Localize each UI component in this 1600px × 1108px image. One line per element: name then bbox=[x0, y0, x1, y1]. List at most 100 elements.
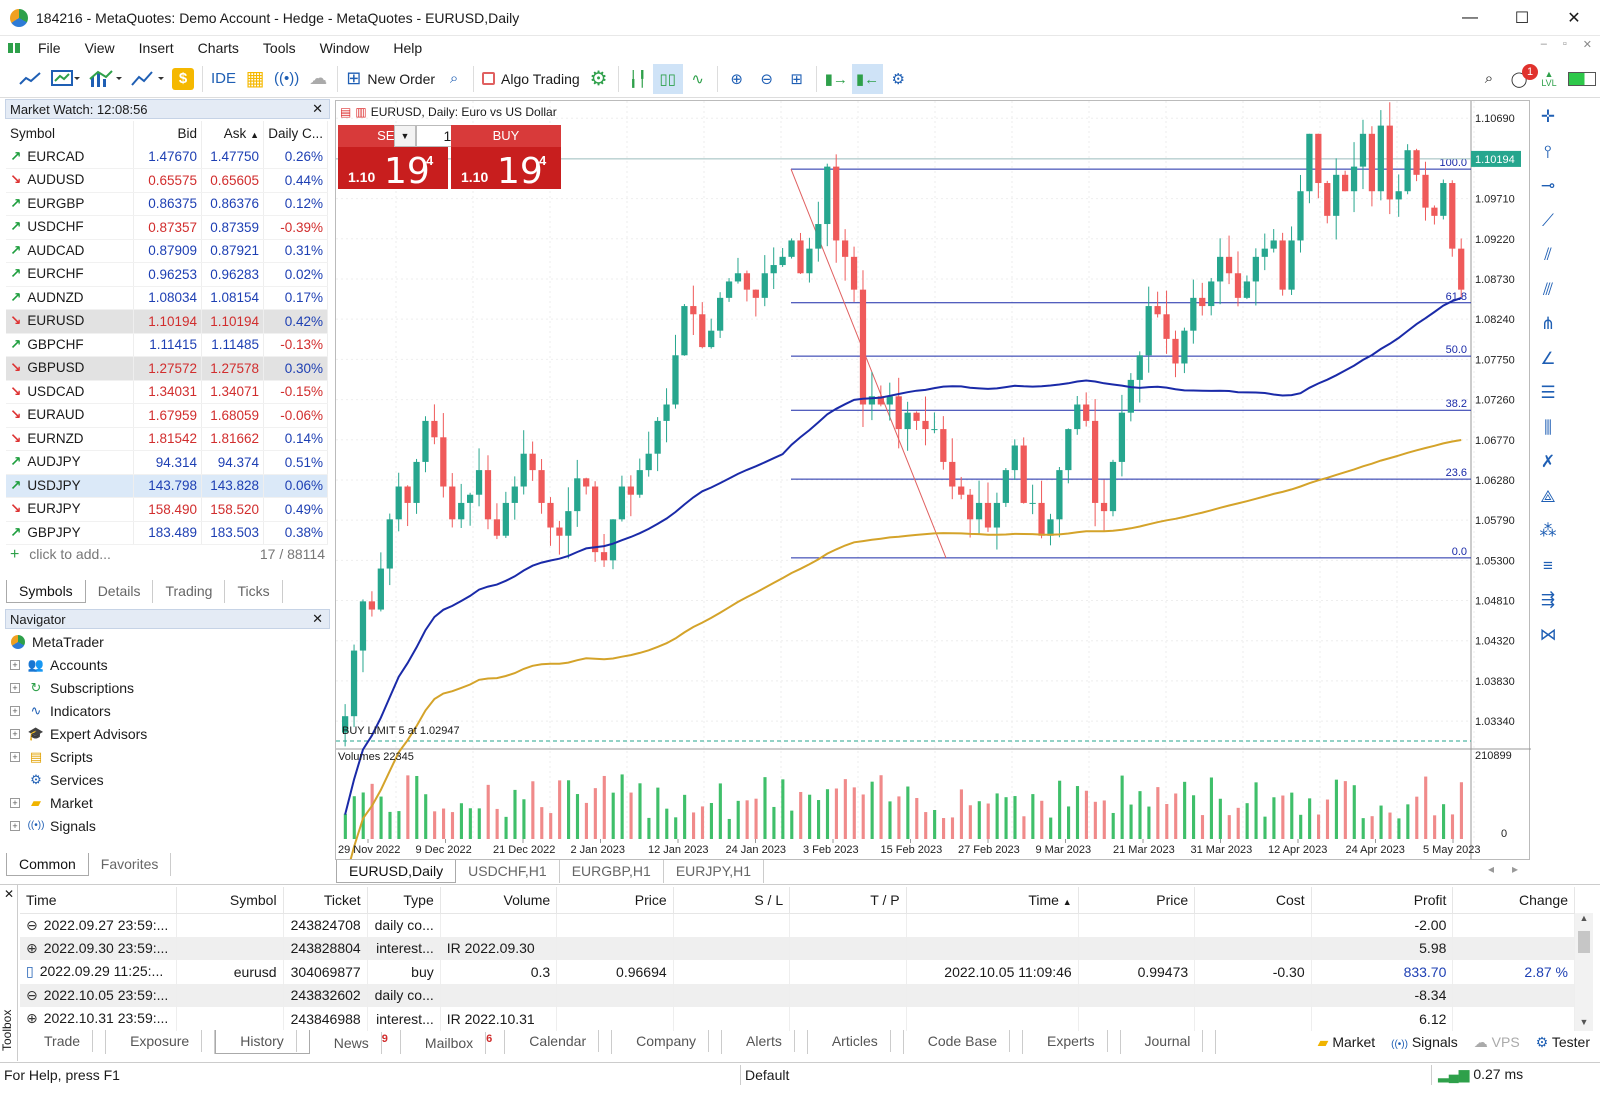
connection-status[interactable]: ▂▄▆ 0.27 ms bbox=[1432, 1066, 1523, 1083]
market-watch-row[interactable]: ↗ GBPJPY 183.489 183.503 0.38% bbox=[6, 521, 328, 545]
chart-list-icon[interactable]: ▤ bbox=[340, 105, 351, 119]
algo-trading-button[interactable]: Algo Trading bbox=[478, 64, 584, 94]
col-cost[interactable]: Cost bbox=[1194, 887, 1312, 914]
chart-tab-eurusd[interactable]: EURUSD,Daily bbox=[336, 860, 457, 883]
menu-view[interactable]: View bbox=[73, 40, 127, 56]
col-ask[interactable]: Ask ▲ bbox=[201, 121, 264, 145]
col-daily-change[interactable]: Daily C... bbox=[263, 121, 328, 145]
menu-tools[interactable]: Tools bbox=[251, 40, 308, 56]
nav-item-market[interactable]: + ▰ Market bbox=[10, 791, 93, 814]
market-watch-close-icon[interactable]: ✕ bbox=[312, 101, 323, 117]
chart-tab-usdchf[interactable]: USDCHF,H1 bbox=[456, 860, 560, 883]
toolbox-tab-exposure[interactable]: Exposure bbox=[106, 1030, 216, 1054]
tab-ticks[interactable]: Ticks bbox=[225, 580, 283, 603]
col-close-time[interactable]: Time ▲ bbox=[906, 887, 1079, 914]
tile-windows-icon[interactable]: ⊞ bbox=[782, 64, 812, 94]
chart-tab-eurjpy[interactable]: EURJPY,H1 bbox=[664, 860, 765, 883]
expand-icon[interactable]: + bbox=[10, 682, 20, 693]
horizontal-line-icon[interactable]: ⊸ bbox=[1532, 169, 1564, 204]
col-symbol[interactable]: Symbol bbox=[176, 887, 284, 914]
candlestick-icon[interactable]: ▯▯ bbox=[652, 63, 683, 94]
vps-link[interactable]: ☁ VPS bbox=[1474, 1034, 1520, 1051]
zoom-in-icon[interactable]: ⊕ bbox=[722, 64, 752, 94]
equidistant-channel-icon[interactable]: ⫻ bbox=[1532, 273, 1564, 308]
line-type-icon[interactable]: ∿ bbox=[683, 64, 713, 94]
menu-insert[interactable]: Insert bbox=[127, 40, 186, 56]
toolbox-tab-alerts[interactable]: Alerts bbox=[722, 1030, 808, 1054]
col-bid[interactable]: Bid bbox=[133, 121, 202, 145]
expand-icon[interactable]: + bbox=[10, 659, 20, 670]
tab-scroll-left-icon[interactable]: ◂ bbox=[1488, 862, 1494, 876]
col-sl[interactable]: S / L bbox=[673, 887, 791, 914]
tab-symbols[interactable]: Symbols bbox=[6, 580, 86, 603]
history-row[interactable]: ⊖ 2022.10.05 23:59:... 243832602 daily co..… bbox=[20, 983, 1575, 1007]
market-watch-row[interactable]: ↘ EURUSD 1.10194 1.10194 0.42% bbox=[6, 309, 328, 334]
expand-icon[interactable]: + bbox=[10, 797, 20, 808]
nav-item-signals[interactable]: + ((•)) Signals bbox=[10, 814, 96, 837]
market-watch-row[interactable]: ↗ GBPCHF 1.11415 1.11485 -0.13% bbox=[6, 333, 328, 357]
menu-window[interactable]: Window bbox=[308, 40, 382, 56]
toolbox-tab-code-base[interactable]: Code Base bbox=[904, 1030, 1024, 1054]
toolbox-tab-history[interactable]: History bbox=[215, 1030, 310, 1054]
history-row[interactable]: ⊖ 2022.09.27 23:59:... 243824708 daily co..… bbox=[20, 913, 1575, 937]
gann-icon[interactable]: ∠ bbox=[1532, 342, 1564, 377]
nav-item-indicators[interactable]: + ∿ Indicators bbox=[10, 699, 111, 722]
scroll-up-icon[interactable]: ▲ bbox=[1575, 913, 1593, 927]
market-watch-row[interactable]: ↘ AUDUSD 0.65575 0.65605 0.44% bbox=[6, 168, 328, 193]
col-price[interactable]: Price bbox=[556, 887, 674, 914]
nav-item-subscriptions[interactable]: + ↻ Subscriptions bbox=[10, 676, 134, 699]
signals-icon[interactable]: ((•)) bbox=[270, 64, 303, 94]
level-icon[interactable]: ▲ LVL bbox=[1534, 64, 1564, 94]
connection-battery-icon[interactable] bbox=[1564, 64, 1600, 94]
toolbox-close-icon[interactable]: ✕ bbox=[4, 887, 14, 901]
market-watch-row[interactable]: ↘ GBPUSD 1.27572 1.27578 0.30% bbox=[6, 356, 328, 381]
col-tp[interactable]: T / P bbox=[789, 887, 907, 914]
toolbox-tab-articles[interactable]: Articles bbox=[808, 1030, 904, 1054]
col-change[interactable]: Change bbox=[1452, 887, 1575, 914]
chart-symbol-icon[interactable]: ▥ bbox=[355, 105, 366, 119]
menu-help[interactable]: Help bbox=[381, 40, 434, 56]
dollar-icon[interactable]: $ bbox=[168, 64, 198, 94]
depth-of-market-icon[interactable]: ⌕ bbox=[439, 64, 469, 94]
objects-icon[interactable] bbox=[126, 64, 168, 94]
ide-button[interactable]: IDE bbox=[207, 64, 240, 94]
fibo-levels-icon[interactable]: ⫼ bbox=[1532, 411, 1564, 446]
market-watch-row[interactable]: ↗ AUDJPY 94.314 94.374 0.51% bbox=[6, 450, 328, 475]
chart-properties-icon[interactable]: ⚙ bbox=[883, 64, 913, 94]
toolbox-tab-calendar[interactable]: Calendar bbox=[505, 1030, 613, 1054]
buy-button[interactable]: BUY 1.10 19 4 bbox=[451, 125, 561, 192]
fibo-retracement-icon[interactable]: ☰ bbox=[1532, 376, 1564, 411]
tab-details[interactable]: Details bbox=[86, 580, 154, 603]
toolbox-tab-mailbox[interactable]: Mailbox 6 bbox=[401, 1030, 506, 1054]
nav-item-scripts[interactable]: + ▤ Scripts bbox=[10, 745, 93, 768]
scroll-down-icon[interactable]: ▼ bbox=[1575, 1017, 1593, 1031]
col-close-price[interactable]: Price bbox=[1078, 887, 1196, 914]
shapes-icon[interactable]: ≡ bbox=[1532, 549, 1564, 584]
market-link[interactable]: ▰ Market bbox=[1318, 1034, 1375, 1051]
arrows-icon[interactable]: ⇶ bbox=[1532, 583, 1564, 618]
child-restore-button[interactable]: ▫ bbox=[1563, 38, 1567, 51]
notifications-icon[interactable]: ◯ 1 bbox=[1504, 63, 1538, 94]
tab-common[interactable]: Common bbox=[6, 853, 89, 876]
toolbox-tab-news[interactable]: News 9 bbox=[310, 1030, 401, 1054]
col-profit[interactable]: Profit bbox=[1311, 887, 1454, 914]
crosshair-icon[interactable]: ✛ bbox=[1532, 100, 1564, 135]
chart-window[interactable]: 1.10690 1.09710 1.09220 1.08730 1.08240 1.077… bbox=[335, 100, 1531, 860]
document-icon[interactable] bbox=[6, 40, 22, 56]
autoscroll-icon[interactable]: ▮→ bbox=[821, 64, 852, 94]
minimize-button[interactable]: — bbox=[1444, 0, 1496, 36]
market-watch-row[interactable]: ↗ USDCHF 0.87357 0.87359 -0.39% bbox=[6, 215, 328, 240]
market-watch-row[interactable]: ↗ EURCAD 1.47670 1.47750 0.26% bbox=[6, 145, 328, 169]
tab-trading[interactable]: Trading bbox=[153, 580, 226, 603]
tester-link[interactable]: ⚙ Tester bbox=[1536, 1034, 1590, 1051]
status-profile[interactable]: Default bbox=[741, 1067, 1431, 1083]
cloud-icon[interactable]: ☁ bbox=[303, 64, 333, 94]
pitchfork-icon[interactable]: ⋔ bbox=[1532, 307, 1564, 342]
market-watch-row[interactable]: ↘ EURAUD 1.67959 1.68059 -0.06% bbox=[6, 403, 328, 428]
child-minimize-button[interactable]: – bbox=[1541, 38, 1547, 51]
history-row[interactable]: ▯ 2022.09.29 11:25:... eurusd 304069877 buy 0… bbox=[20, 960, 1575, 984]
close-button[interactable]: ✕ bbox=[1548, 0, 1600, 36]
market-watch-row[interactable]: ↗ EURGBP 0.86375 0.86376 0.12% bbox=[6, 192, 328, 216]
market-watch-row[interactable]: ↗ EURCHF 0.96253 0.96283 0.02% bbox=[6, 262, 328, 287]
menu-file[interactable]: File bbox=[26, 40, 73, 56]
